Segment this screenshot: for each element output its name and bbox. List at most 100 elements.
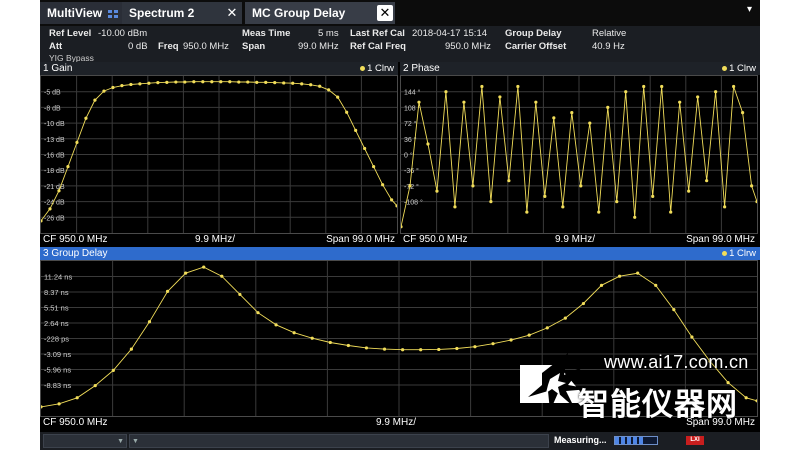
gain-trace-point [255, 80, 259, 84]
phase-trace-point [525, 210, 529, 214]
close-icon[interactable]: ✕ [377, 5, 393, 21]
phase-trace-point [498, 95, 502, 99]
meas-time-value: 5 ms [318, 28, 339, 39]
gain-trace-point [327, 88, 331, 92]
status-field-2[interactable]: ▼ [129, 434, 549, 448]
gain-trace-point [210, 80, 214, 84]
phase-plot[interactable]: 144 ° 108 ° 72 ° 36 ° 0 ° -36 ° -72 ° -108 ° [399, 75, 759, 234]
tab-multiview-label: MultiView [47, 6, 103, 20]
group-delay-trace-point [328, 340, 332, 345]
gain-y-tick-label: -8 dB [44, 105, 61, 112]
gain-trace-point [192, 80, 196, 84]
phase-trace-point [561, 205, 565, 209]
phase-trace-point [687, 189, 691, 193]
gain-trace-point [93, 98, 97, 102]
gain-y-tick-label: -18 dB [44, 168, 65, 175]
tab-multiview[interactable]: MultiView [40, 2, 122, 24]
gain-trace-point [228, 80, 232, 84]
watermark-text: 智能仪器网 [578, 387, 738, 422]
gain-trace-point [363, 146, 367, 151]
gain-panel-header: 1 Gain 1 Clrw [40, 62, 398, 75]
phase-trace-point [669, 210, 673, 214]
phase-trace-point [732, 84, 736, 89]
phase-trace-point [579, 184, 583, 188]
group-delay-trace-point [364, 346, 369, 350]
group-delay-y-tick-label: -228 ps [44, 335, 69, 344]
att-value: 0 dB [128, 41, 148, 52]
gain-trace-point [156, 81, 160, 85]
phase-trace-point [516, 84, 520, 89]
group-delay-trace-point [274, 323, 278, 327]
group-delay-trace-point [636, 271, 640, 275]
phase-trace-tag: 1 Clrw [722, 62, 756, 75]
phase-trace-point [750, 184, 754, 188]
phase-trace-point [426, 142, 430, 146]
tab-mc-group-delay[interactable]: MC Group Delay ✕ [245, 2, 395, 24]
phase-trace-point [597, 210, 601, 214]
group-delay-trace-point [419, 348, 423, 352]
phase-trace-point [453, 205, 457, 209]
phase-trace-point [615, 200, 619, 204]
phase-panel-header: 2 Phase 1 Clrw [400, 62, 760, 75]
group-delay-trace-point [545, 326, 549, 330]
group-delay-trace-point [292, 331, 296, 335]
phase-trace-point [606, 105, 610, 109]
gain-trace-point [273, 81, 277, 85]
phase-trace-point [489, 200, 493, 204]
group-delay-trace-tag: 1 Clrw [722, 247, 756, 260]
phase-trace-point [723, 205, 727, 209]
group-delay-trace-point [202, 265, 206, 269]
group-delay-trace-point [111, 368, 115, 373]
ref-level-label: Ref Level [49, 28, 92, 39]
trace-dot-icon [722, 65, 728, 71]
gain-trace-point [174, 80, 178, 84]
group-delay-trace-label: 1 Clrw [729, 248, 756, 259]
dropdown-arrow-icon[interactable]: ▾ [747, 4, 752, 15]
phase-trace-point [651, 194, 655, 198]
measuring-status: Measuring... [554, 435, 607, 445]
last-ref-cal-label: Last Ref Cal [350, 28, 405, 39]
meas-time-label: Meas Time [242, 28, 291, 39]
span-value: 99.0 MHz [298, 41, 339, 52]
tab-bar: MultiView Spectrum 2 ✕ MC Group Delay ✕ … [40, 0, 760, 26]
group-delay-trace-point [382, 347, 387, 351]
gain-trace-point [291, 81, 295, 85]
progress-fill [615, 437, 646, 444]
gain-trace-point [111, 85, 115, 90]
chevron-down-icon: ▼ [117, 438, 124, 445]
phase-trace-point [444, 90, 448, 94]
group-delay-trace-point [184, 271, 188, 275]
gain-y-tick-label: -16 dB [44, 153, 65, 160]
group-delay-label: Group Delay [505, 28, 562, 39]
group-delay-y-tick-label: -5.96 ns [44, 366, 71, 375]
ref-cal-freq-label: Ref Cal Freq [350, 41, 406, 52]
gain-trace-point [390, 198, 394, 202]
phase-trace-point [624, 90, 628, 94]
trace-dot-icon [360, 65, 366, 71]
status-field-1[interactable]: ▼ [43, 434, 127, 448]
last-ref-cal-value: 2018-04-17 15:14 [412, 28, 488, 39]
close-icon[interactable]: ✕ [224, 5, 240, 21]
gain-div: 9.9 MHz/ [195, 234, 236, 245]
gain-trace-point [300, 82, 304, 86]
gain-title: 1 Gain [43, 63, 73, 74]
phase-trace-point [480, 84, 484, 89]
group-delay-panel-header: 3 Group Delay 1 Clrw [40, 247, 760, 260]
group-delay-y-tick-label: -3.09 ns [44, 350, 71, 359]
group-delay-trace-point [654, 283, 658, 287]
gain-footer: CF 950.0 MHz 9.9 MHz/ Span 99.0 MHz [40, 234, 398, 246]
phase-cf: CF 950.0 MHz [403, 234, 468, 245]
gain-trace-point [147, 81, 151, 85]
carrier-offset-label: Carrier Offset [505, 41, 567, 52]
phase-y-tick-label: -72 ° [404, 183, 419, 191]
tab-spectrum-2[interactable]: Spectrum 2 ✕ [122, 2, 242, 24]
gain-plot[interactable]: -5 dB -8 dB -10 dB -13 dB -16 dB -18 dB -21 dB… [40, 75, 399, 234]
gain-trace-point [345, 110, 349, 114]
att-label: Att [49, 41, 63, 52]
gain-trace-point [219, 80, 223, 84]
phase-trace-point [633, 215, 637, 219]
gain-trace-point [129, 82, 133, 87]
phase-trace-point [755, 200, 759, 204]
ref-cal-freq-value: 950.0 MHz [445, 41, 491, 52]
group-delay-trace-point [57, 402, 61, 406]
